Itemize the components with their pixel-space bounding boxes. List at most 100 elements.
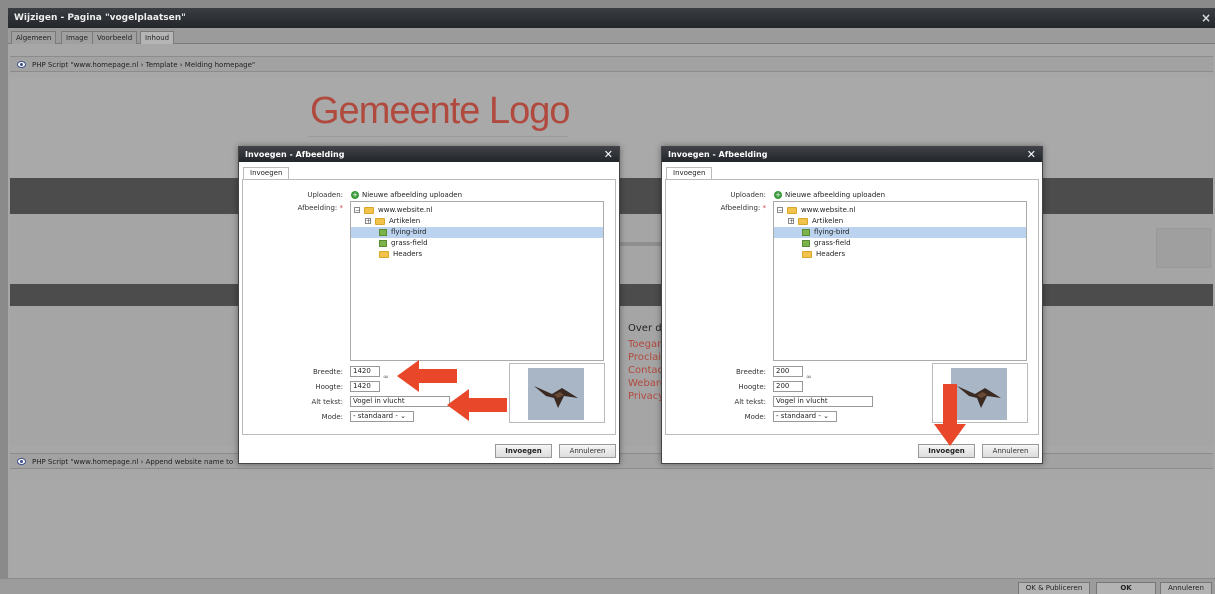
tree-node-headers[interactable]: Headers [379,249,422,260]
arrow-icon [934,384,966,446]
tab-image[interactable]: Image [61,31,93,44]
bird-image [534,386,578,408]
tree-node-grass-field[interactable]: grass-field [802,238,851,249]
tab-bar: Algemeen Image Voorbeeld Inhoud [8,28,1215,44]
upload-link[interactable]: + Nieuwe afbeelding uploaden [774,191,885,199]
width-label: Breedte: [313,368,343,376]
tree-node-label: Artikelen [812,217,844,225]
chain-link-icon[interactable]: ∞ [383,373,389,381]
height-label: Hoogte: [315,383,343,391]
mode-select[interactable]: - standaard - ⌄ [350,411,414,422]
side-box [1156,228,1211,268]
dropdown-chevron-icon[interactable]: ⌄ [823,412,829,420]
upload-label: Uploaden: [730,191,766,199]
upload-plus-icon: + [774,191,782,199]
tab-algemeen[interactable]: Algemeen [11,31,57,44]
dialog-body: Uploaden: + Nieuwe afbeelding uploaden Af… [242,179,616,435]
tree-node-artikelen[interactable]: + Artikelen [365,216,420,227]
folder-icon [798,217,808,225]
tree-node-label: www.website.nl [378,206,433,214]
expand-icon[interactable]: + [365,218,371,225]
alt-label: Alt tekst: [734,398,766,406]
upload-link-text[interactable]: Nieuwe afbeelding uploaden [362,191,462,199]
image-label-text: Afbeelding: [720,204,761,212]
tree-node-label: www.website.nl [801,206,856,214]
height-input[interactable]: 1420 [350,381,380,392]
tree-node-root[interactable]: − www.website.nl [777,205,855,216]
tree-node-label: Artikelen [389,217,421,225]
tree-node-artikelen[interactable]: + Artikelen [788,216,843,227]
tree-node-grass-field[interactable]: grass-field [379,238,428,249]
tab-inhoud[interactable]: Inhoud [140,31,175,44]
collapse-icon[interactable]: − [354,207,360,214]
mode-select-value: - standaard - [353,412,398,420]
window-titlebar: Wijzigen - Pagina "vogelplaatsen" × [8,8,1215,28]
expand-icon[interactable]: + [788,218,794,225]
mode-label: Mode: [744,413,766,421]
chain-link-icon[interactable]: ∞ [806,373,812,381]
mode-label: Mode: [321,413,343,421]
tab-voorbeeld[interactable]: Voorbeeld [92,31,138,44]
tree-node-label: flying-bird [814,228,850,236]
site-logo: Gemeente Logo [310,90,571,132]
ok-publish-button[interactable]: OK & Publiceren [1018,582,1090,594]
dialog-footer: Invoegen Annuleren [662,439,1042,463]
arrow-icon [397,360,457,392]
image-label: Afbeelding: * [666,204,766,212]
eye-icon[interactable] [17,458,26,465]
image-file-icon [379,239,387,247]
cancel-button[interactable]: Annuleren [1160,582,1212,594]
tree-node-label: Headers [816,250,846,258]
dialog-title-bar: Invoegen - Afbeelding ✕ [662,147,1042,162]
tree-node-flying-bird[interactable]: flying-bird [351,227,603,238]
tree-node-root[interactable]: − www.website.nl [354,205,432,216]
upload-link-text[interactable]: Nieuwe afbeelding uploaden [785,191,885,199]
tree-node-label: flying-bird [391,228,427,236]
image-label-text: Afbeelding: [297,204,338,212]
eye-icon[interactable] [17,61,26,68]
width-label: Breedte: [736,368,766,376]
height-input[interactable]: 200 [773,381,803,392]
alt-label: Alt tekst: [311,398,343,406]
width-input[interactable]: 200 [773,366,803,377]
required-marker: * [339,204,344,212]
dialog-body: Uploaden: + Nieuwe afbeelding uploaden Af… [665,179,1039,435]
insert-button[interactable]: Invoegen [495,444,552,458]
dialog-title: Invoegen - Afbeelding [245,150,345,159]
dropdown-chevron-icon[interactable]: ⌄ [400,412,406,420]
image-tree[interactable]: − www.website.nl + Artikelen flying-bird g… [773,201,1027,361]
folder-icon [364,206,374,214]
dialog-footer: Invoegen Annuleren [239,439,619,463]
tree-node-flying-bird[interactable]: flying-bird [774,227,1026,238]
image-tree[interactable]: − www.website.nl + Artikelen flying-bird g… [350,201,604,361]
close-icon[interactable]: ✕ [1027,147,1036,162]
mode-select-value: - standaard - [776,412,821,420]
width-input[interactable]: 1420 [350,366,380,377]
close-icon[interactable]: ✕ [604,147,613,162]
tree-node-label: grass-field [814,239,851,247]
ok-button[interactable]: OK [1096,582,1156,594]
php-script-bar-top[interactable]: PHP Script "www.homepage.nl › Template ›… [10,56,1213,72]
alt-input[interactable]: Vogel in vlucht [773,396,873,407]
folder-icon [375,217,385,225]
insert-image-dialog-right: Invoegen - Afbeelding ✕ Invoegen Uploade… [661,146,1043,464]
cancel-button[interactable]: Annuleren [559,444,616,458]
tree-node-label: Headers [393,250,423,258]
upload-label: Uploaden: [307,191,343,199]
upload-plus-icon: + [351,191,359,199]
php-script-label: PHP Script "www.homepage.nl › Append web… [32,458,234,466]
divider [308,136,568,137]
tree-node-headers[interactable]: Headers [802,249,845,260]
required-marker: * [762,204,767,212]
folder-icon [379,250,389,258]
footer-bar: OK & Publiceren OK Annuleren [0,578,1215,594]
cancel-button[interactable]: Annuleren [982,444,1039,458]
arrow-icon [447,389,507,421]
insert-button[interactable]: Invoegen [918,444,975,458]
collapse-icon[interactable]: − [777,207,783,214]
close-icon[interactable]: × [1201,8,1211,28]
alt-input[interactable]: Vogel in vlucht [350,396,450,407]
mode-select[interactable]: - standaard - ⌄ [773,411,837,422]
upload-link[interactable]: + Nieuwe afbeelding uploaden [351,191,462,199]
image-file-icon [379,228,387,236]
